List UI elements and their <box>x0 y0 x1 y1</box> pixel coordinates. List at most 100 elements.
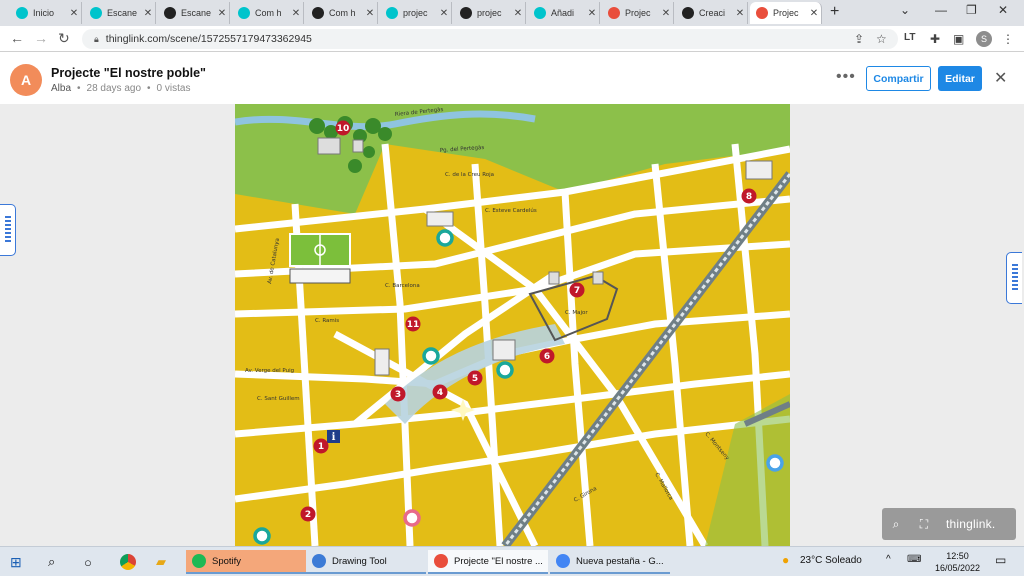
window-close-button[interactable]: ✕ <box>998 3 1008 17</box>
street-label: C. Esteve Cardelús <box>485 207 537 214</box>
hotspot-teal[interactable] <box>422 347 440 365</box>
browser-toolbar: ← → ↻ 🔒︎ thinglink.com/scene/15725571794… <box>0 26 1024 52</box>
system-clock[interactable]: 12:50 16/05/2022 <box>935 550 980 574</box>
tab-close-icon[interactable]: ✕ <box>363 8 377 19</box>
thinglink-icon <box>756 7 768 19</box>
more-options-icon[interactable]: ••• <box>836 68 856 86</box>
hotspot-teal[interactable] <box>496 361 514 379</box>
profile-avatar[interactable]: S <box>976 31 992 47</box>
street-label: C. Barcelona <box>385 283 420 289</box>
taskbar-app-button[interactable]: Projecte "El nostre ... <box>428 550 548 574</box>
clock-date: 16/05/2022 <box>935 563 981 573</box>
tab-close-icon[interactable]: ✕ <box>437 8 451 19</box>
browser-tab-strip: Inicio ✕ Escane ✕ Escane ✕ Com h ✕ Com h ✕ projec ✕… <box>0 0 1024 26</box>
hotspot-blue[interactable] <box>766 454 784 472</box>
fullscreen-icon[interactable]: ⛶ <box>910 517 938 532</box>
tab-close-icon[interactable]: ✕ <box>141 8 155 19</box>
canva-icon <box>238 7 250 19</box>
minimize-button[interactable]: — <box>935 3 947 17</box>
taskbar-app-button[interactable]: Nueva pestaña - G... <box>550 550 670 574</box>
browser-tab[interactable]: projec ✕ <box>380 2 452 24</box>
street-label: C. Sant Guillem <box>257 396 300 402</box>
map-marker-number: 10 <box>337 124 350 134</box>
church-8 <box>745 160 773 180</box>
bookmark-star-icon[interactable]: ☆ <box>876 32 887 46</box>
languagetool-extension-icon[interactable]: LT <box>904 32 915 43</box>
hotspot-teal[interactable] <box>253 527 271 545</box>
file-explorer-icon[interactable]: ▰ <box>156 550 166 574</box>
browser-tab[interactable]: Com h ✕ <box>306 2 378 24</box>
browser-tab[interactable]: Projec ✕ <box>602 2 674 24</box>
street-label: C. Ramis <box>315 318 339 324</box>
tab-label: Creaci <box>699 8 726 18</box>
tray-chevron-icon[interactable]: ^ <box>886 554 891 565</box>
tab-close-icon[interactable]: ✕ <box>585 8 599 19</box>
edit-button[interactable]: Editar <box>938 66 982 91</box>
github-icon <box>164 7 176 19</box>
windows-start-icon[interactable]: ⊞ <box>10 550 22 574</box>
weather-sun-icon: ● <box>782 553 790 567</box>
author-name[interactable]: Alba <box>51 83 71 94</box>
new-tab-button[interactable]: + <box>830 3 839 21</box>
grip-icon <box>1011 264 1018 292</box>
map-marker-number: 3 <box>395 390 401 400</box>
browser-tab[interactable]: Com h ✕ <box>232 2 304 24</box>
page-title: Projecte "El nostre poble" <box>51 66 206 80</box>
taskbar-app-button[interactable]: Spotify <box>186 550 306 574</box>
hotspot-pink[interactable] <box>403 509 421 527</box>
browser-tab[interactable]: projec ✕ <box>454 2 526 24</box>
restore-button[interactable]: ❐ <box>966 3 977 17</box>
map-marker-number: 7 <box>574 286 580 296</box>
share-button[interactable]: Compartir <box>866 66 931 91</box>
extensions-puzzle-icon[interactable]: ✚ <box>930 32 940 46</box>
canva-icon <box>90 7 102 19</box>
app-icon <box>556 554 570 568</box>
canva-icon <box>386 7 398 19</box>
forward-arrow-icon[interactable]: → <box>34 30 48 46</box>
back-arrow-icon[interactable]: ← <box>10 30 24 46</box>
kebab-menu-icon[interactable]: ⋮ <box>1002 32 1014 46</box>
zoom-icon[interactable]: ⌕ <box>882 517 910 532</box>
task-view-icon[interactable]: ○ <box>84 550 92 574</box>
share-page-icon[interactable]: ⇪ <box>854 32 864 46</box>
reload-icon[interactable]: ↻ <box>58 30 70 47</box>
browser-tab[interactable]: Inicio ✕ <box>10 2 82 24</box>
browser-tab[interactable]: Escane ✕ <box>158 2 230 24</box>
view-count: 0 vistas <box>156 83 191 94</box>
tab-close-icon[interactable]: ✕ <box>807 8 821 19</box>
chrome-icon[interactable] <box>120 550 136 574</box>
keyboard-icon[interactable]: ⌨ <box>907 554 921 565</box>
browser-tab[interactable]: Añadi ✕ <box>528 2 600 24</box>
tab-close-icon[interactable]: ✕ <box>733 8 747 19</box>
close-icon[interactable]: ✕ <box>994 68 1007 88</box>
user-avatar[interactable]: A <box>10 64 42 96</box>
weather-text[interactable]: 23°C Soleado <box>800 555 862 566</box>
tab-close-icon[interactable]: ✕ <box>67 8 81 19</box>
map-marker-number: 4 <box>437 388 443 398</box>
notifications-icon[interactable]: ▭ <box>995 553 1006 567</box>
grip-icon <box>4 216 11 244</box>
browser-tab[interactable]: Escane ✕ <box>84 2 156 24</box>
hotspot-teal[interactable] <box>436 229 454 247</box>
browser-tab[interactable]: Projec ✕ <box>750 2 822 24</box>
tab-close-icon[interactable]: ✕ <box>511 8 525 19</box>
app-icon <box>434 554 448 568</box>
canva-icon <box>534 7 546 19</box>
right-sidebar-toggle[interactable] <box>1006 252 1022 304</box>
sidepanel-icon[interactable]: ▣ <box>953 32 964 46</box>
address-bar[interactable]: 🔒︎ thinglink.com/scene/15725571794733629… <box>82 29 898 49</box>
lock-icon: 🔒︎ <box>94 33 99 44</box>
tab-label: Escane <box>181 8 212 18</box>
chevron-down-icon[interactable]: ⌄ <box>900 3 910 17</box>
search-icon[interactable]: ⌕ <box>48 550 55 574</box>
browser-tab[interactable]: Creaci ✕ <box>676 2 748 24</box>
building-10 <box>317 137 341 155</box>
tab-close-icon[interactable]: ✕ <box>215 8 229 19</box>
thinglink-logo[interactable]: thinglink. <box>946 517 995 531</box>
tab-label: Escane <box>107 8 138 18</box>
tab-close-icon[interactable]: ✕ <box>289 8 303 19</box>
left-sidebar-toggle[interactable] <box>0 204 16 256</box>
taskbar-app-button[interactable]: Drawing Tool <box>306 550 426 574</box>
map-marker-number: 8 <box>746 192 752 202</box>
tab-close-icon[interactable]: ✕ <box>659 8 673 19</box>
